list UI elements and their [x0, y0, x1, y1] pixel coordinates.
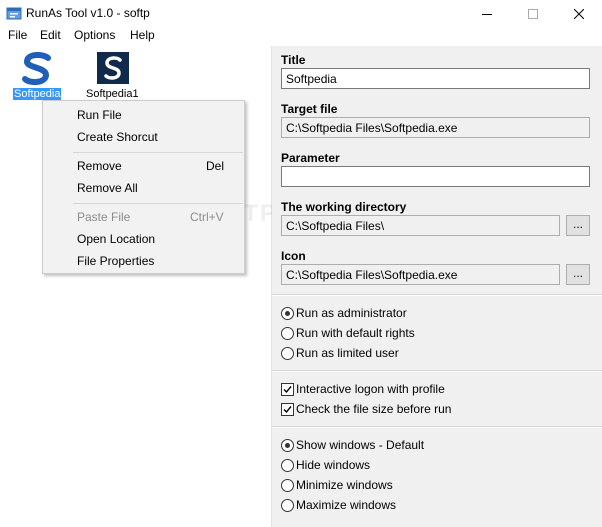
- checkbox-label: Check the file size before run: [296, 402, 452, 416]
- maximize-icon: [528, 8, 538, 19]
- close-button[interactable]: [556, 0, 602, 27]
- close-icon: [574, 8, 584, 19]
- radio-empty-icon: [281, 326, 294, 340]
- radio-label: Show windows - Default: [296, 438, 425, 452]
- checkbox-checked-icon: [281, 402, 294, 416]
- ctx-file-properties[interactable]: File Properties: [77, 254, 154, 268]
- radio-label: Hide windows: [296, 458, 371, 472]
- ctx-open-location[interactable]: Open Location: [77, 232, 155, 246]
- radio-run-default-rights[interactable]: Run with default rights: [281, 325, 415, 341]
- section-divider-highlight: [272, 295, 602, 296]
- target-file-field[interactable]: C:\Softpedia Files\Softpedia.exe: [281, 117, 590, 138]
- menu-help[interactable]: Help: [128, 28, 157, 42]
- radio-label: Run as administrator: [296, 306, 407, 320]
- icon-field[interactable]: C:\Softpedia Files\Softpedia.exe: [281, 264, 560, 285]
- ctx-separator: [73, 152, 243, 153]
- section-divider-highlight: [272, 371, 602, 372]
- radio-hide-windows[interactable]: Hide windows: [281, 457, 370, 473]
- radio-label: Run with default rights: [296, 326, 415, 340]
- menu-bar: File Edit Options Help: [0, 27, 602, 46]
- radio-empty-icon: [281, 346, 294, 360]
- ctx-paste-shortcut: Ctrl+V: [190, 210, 224, 224]
- checkbox-checked-icon: [281, 382, 294, 396]
- radio-label: Minimize windows: [296, 478, 393, 492]
- parameter-label: Parameter: [281, 151, 340, 165]
- ctx-remove-shortcut: Del: [206, 159, 225, 173]
- app-icon: [6, 7, 22, 20]
- browse-icon-button[interactable]: ...: [566, 264, 590, 285]
- section-divider-highlight: [272, 427, 602, 428]
- minimize-button[interactable]: [464, 0, 510, 27]
- radio-show-windows[interactable]: Show windows - Default: [281, 437, 424, 453]
- window-title: RunAs Tool v1.0 - softp: [26, 6, 150, 20]
- parameter-input[interactable]: [281, 166, 590, 187]
- file-label-softpedia[interactable]: Softpedia: [13, 88, 62, 100]
- radio-selected-icon: [281, 306, 294, 320]
- radio-maximize-windows[interactable]: Maximize windows: [281, 497, 396, 513]
- menu-edit[interactable]: Edit: [38, 28, 63, 42]
- context-menu: Run File Create Shorcut Remove Del Remov…: [42, 100, 245, 274]
- icon-label: Icon: [281, 249, 306, 263]
- working-directory-field[interactable]: C:\Softpedia Files\: [281, 215, 560, 236]
- radio-run-as-admin[interactable]: Run as administrator: [281, 305, 407, 321]
- ctx-separator: [73, 203, 243, 204]
- radio-empty-icon: [281, 478, 294, 492]
- radio-minimize-windows[interactable]: Minimize windows: [281, 477, 393, 493]
- ctx-paste-file[interactable]: Paste File: [77, 210, 130, 224]
- checkbox-interactive-logon[interactable]: Interactive logon with profile: [281, 381, 445, 397]
- target-file-label: Target file: [281, 102, 338, 116]
- radio-run-limited-user[interactable]: Run as limited user: [281, 345, 399, 361]
- ctx-run-file[interactable]: Run File: [77, 108, 122, 122]
- radio-empty-icon: [281, 498, 294, 512]
- radio-label: Run as limited user: [296, 346, 399, 360]
- radio-selected-icon: [281, 438, 294, 452]
- menu-options[interactable]: Options: [72, 28, 117, 42]
- browse-directory-button[interactable]: ...: [566, 215, 590, 236]
- title-label: Title: [281, 53, 306, 67]
- softpedia-s-dark-icon: [97, 52, 129, 84]
- ctx-remove-all[interactable]: Remove All: [77, 181, 138, 195]
- radio-empty-icon: [281, 458, 294, 472]
- title-input[interactable]: Softpedia: [281, 68, 590, 89]
- menu-file[interactable]: File: [6, 28, 29, 42]
- ctx-remove[interactable]: Remove: [77, 159, 122, 173]
- softpedia-s-icon: [22, 52, 51, 86]
- maximize-button[interactable]: [510, 0, 556, 27]
- file-label-softpedia1[interactable]: Softpedia1: [85, 88, 140, 100]
- title-bar[interactable]: RunAs Tool v1.0 - softp: [0, 0, 602, 27]
- checkbox-label: Interactive logon with profile: [296, 382, 445, 396]
- minimize-icon: [482, 13, 492, 15]
- radio-label: Maximize windows: [296, 498, 397, 512]
- ctx-create-shortcut[interactable]: Create Shorcut: [77, 130, 158, 144]
- working-directory-label: The working directory: [281, 200, 407, 214]
- checkbox-check-file-size[interactable]: Check the file size before run: [281, 401, 451, 417]
